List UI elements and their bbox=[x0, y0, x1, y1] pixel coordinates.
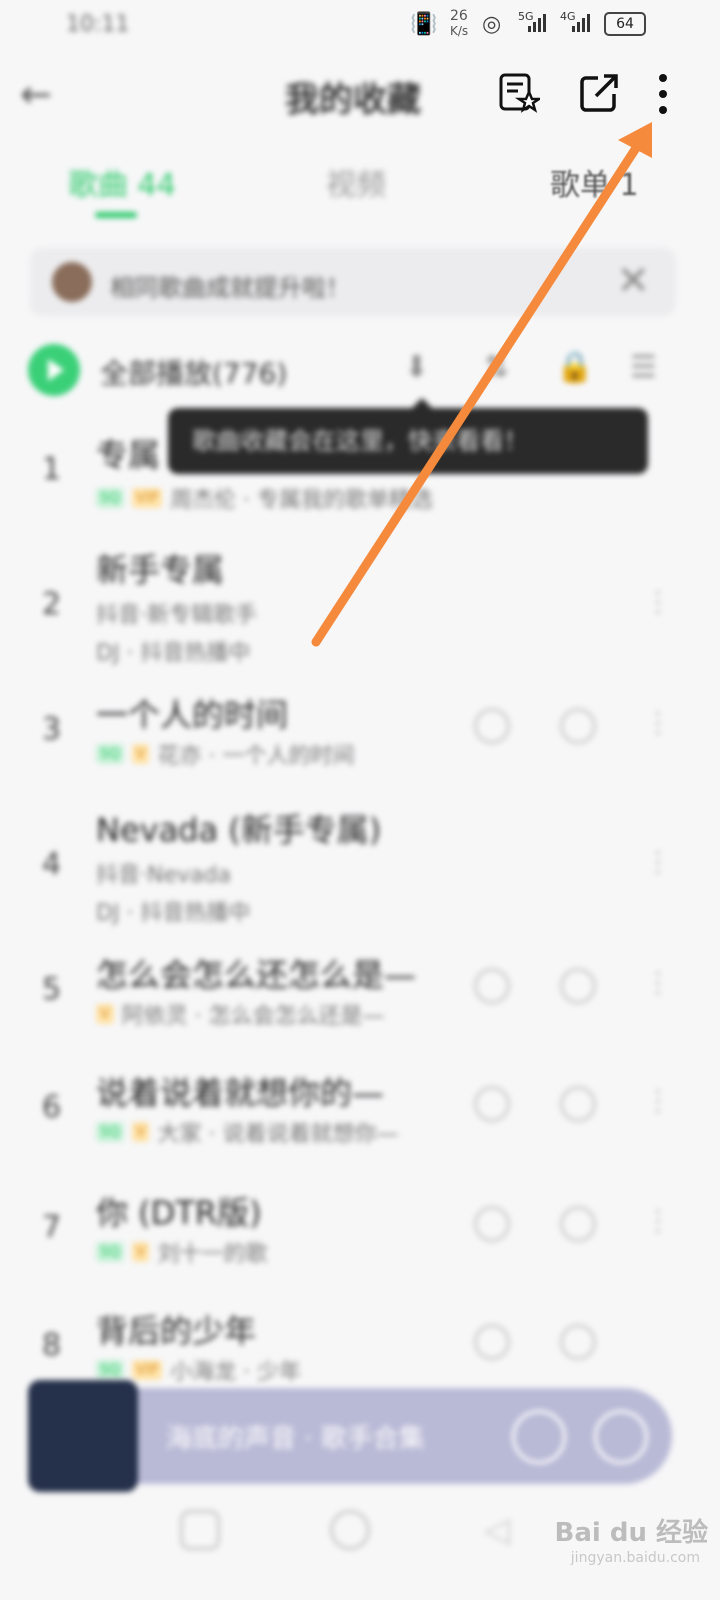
hotspot-icon: ◎ bbox=[482, 12, 502, 37]
avatar bbox=[52, 262, 92, 302]
mini-player[interactable]: 海底的声音 · 歌手合集 bbox=[28, 1380, 672, 1492]
song-subtitle-2: DJ · 抖音热播中 bbox=[96, 901, 251, 926]
song-more-icon[interactable]: ⋮ bbox=[644, 966, 672, 999]
play-icon[interactable] bbox=[560, 1206, 596, 1242]
song-subtitle: 抖音·Nevada bbox=[96, 863, 231, 888]
tab-indicator bbox=[95, 212, 137, 218]
net-speed: 26 bbox=[450, 8, 468, 24]
watermark-url: jingyan.baidu.com bbox=[570, 1550, 700, 1566]
vip-tag: VIP bbox=[131, 488, 163, 508]
favorite-list-icon[interactable] bbox=[498, 72, 540, 114]
song-title: 新手专属 bbox=[96, 551, 225, 589]
signal-icon-1 bbox=[528, 12, 546, 32]
play-icon[interactable] bbox=[560, 1086, 596, 1122]
song-title: 专属 bbox=[96, 436, 161, 474]
nav-recent-apps[interactable] bbox=[180, 1510, 220, 1550]
mv-icon[interactable] bbox=[474, 1324, 510, 1360]
song-subtitle: 抖音·新专辑歌手 bbox=[96, 603, 257, 628]
song-subtitle: V 阿依灵 · 怎么会怎么还是— bbox=[96, 998, 385, 1030]
song-title: 你 (DTR版) bbox=[96, 1194, 262, 1232]
tab-playlists[interactable]: 歌单 1 bbox=[550, 160, 639, 204]
share-icon[interactable] bbox=[578, 72, 620, 114]
song-title: Nevada (新手专属) bbox=[96, 811, 382, 849]
sort-icon[interactable]: ⇅ bbox=[484, 350, 520, 386]
quality-tag: SQ bbox=[96, 488, 124, 508]
song-subtitle: SQ V 大家 · 说着说着就想你— bbox=[96, 1116, 398, 1148]
mv-icon[interactable] bbox=[474, 968, 510, 1004]
song-title: 一个人的时间 bbox=[96, 696, 289, 734]
nav-back[interactable]: ◁ bbox=[484, 1510, 524, 1550]
close-icon[interactable]: ✕ bbox=[616, 258, 650, 304]
battery-indicator: 64 bbox=[604, 12, 646, 36]
song-number: 1 bbox=[42, 452, 62, 487]
player-song-text: 海底的声音 · 歌手合集 bbox=[166, 1424, 425, 1454]
list-item[interactable]: 4 Nevada (新手专属) 抖音·Nevada DJ · 抖音热播中 ⋮ bbox=[0, 805, 720, 926]
song-more-icon[interactable]: ⋮ bbox=[644, 706, 672, 739]
song-more-icon[interactable]: ⋮ bbox=[644, 845, 672, 878]
list-item[interactable]: 7 你 (DTR版) SQ V 刘十一的歌 ⋮ bbox=[0, 1188, 720, 1278]
download-icon[interactable]: ⬇ bbox=[404, 350, 440, 386]
mv-icon[interactable] bbox=[474, 708, 510, 744]
song-subtitle: SQ V 刘十一的歌 bbox=[96, 1236, 268, 1268]
more-options-icon[interactable] bbox=[648, 72, 678, 116]
vibrate-icon: 📳 bbox=[410, 12, 438, 37]
song-more-icon[interactable]: ⋮ bbox=[644, 585, 672, 618]
album-cover[interactable] bbox=[28, 1380, 138, 1492]
signal-icon-2 bbox=[572, 12, 590, 32]
tab-videos[interactable]: 视频 bbox=[326, 160, 386, 204]
song-number: 8 bbox=[42, 1328, 62, 1363]
status-time: 10:11 bbox=[66, 12, 130, 37]
song-title: 怎么会怎么还怎么是— bbox=[96, 956, 417, 994]
page-title: 我的收藏 bbox=[285, 80, 421, 120]
tooltip: 歌曲收藏会在这里，快来看看！ bbox=[168, 398, 648, 474]
song-number: 3 bbox=[42, 712, 62, 747]
lock-icon[interactable]: 🔒 bbox=[556, 350, 593, 386]
mv-icon[interactable] bbox=[474, 1206, 510, 1242]
watermark-logo: Bai du 经验 bbox=[554, 1518, 709, 1548]
play-icon[interactable] bbox=[560, 708, 596, 744]
song-subtitle-2: DJ · 抖音热播中 bbox=[96, 641, 251, 666]
tab-songs[interactable]: 歌曲 44 bbox=[68, 160, 176, 204]
multi-select-icon[interactable]: ☰ bbox=[630, 350, 666, 386]
list-item[interactable]: 6 说着说着就想你的— SQ V 大家 · 说着说着就想你— ⋮ bbox=[0, 1068, 720, 1158]
list-item[interactable]: 3 一个人的时间 SQ V 花亦 · 一个人的时间 ⋮ bbox=[0, 690, 720, 780]
song-number: 7 bbox=[42, 1210, 62, 1245]
play-all-button[interactable] bbox=[28, 344, 80, 396]
notice-banner[interactable]: 相同歌曲成就提升啦！ ✕ bbox=[30, 248, 676, 316]
playlist-button[interactable] bbox=[594, 1410, 648, 1464]
song-more-icon[interactable]: ⋮ bbox=[644, 1204, 672, 1237]
song-title: 背后的少年 bbox=[96, 1312, 257, 1350]
song-subtitle: SQ VIP 周杰伦 · 专属我的歌单精选 bbox=[96, 482, 433, 514]
back-icon[interactable]: ← bbox=[20, 72, 52, 116]
play-all-label[interactable]: 全部播放(776) bbox=[100, 352, 287, 392]
list-item[interactable]: 2 新手专属 抖音·新专辑歌手 DJ · 抖音热播中 ⋮ bbox=[0, 545, 720, 666]
song-subtitle: SQ V 花亦 · 一个人的时间 bbox=[96, 738, 354, 770]
banner-text: 相同歌曲成就提升啦！ bbox=[110, 274, 350, 302]
play-icon[interactable] bbox=[560, 1324, 596, 1360]
play-pause-button[interactable] bbox=[512, 1410, 566, 1464]
mv-icon[interactable] bbox=[474, 1086, 510, 1122]
list-item[interactable]: 5 怎么会怎么还怎么是— V 阿依灵 · 怎么会怎么还是— ⋮ bbox=[0, 950, 720, 1040]
song-number: 2 bbox=[42, 587, 62, 622]
song-number: 6 bbox=[42, 1090, 62, 1125]
song-number: 5 bbox=[42, 972, 62, 1007]
song-more-icon[interactable]: ⋮ bbox=[644, 1084, 672, 1117]
list-item[interactable]: 8 背后的少年 SQ VIP 小海龙 · 少年 bbox=[0, 1306, 720, 1386]
nav-home[interactable] bbox=[330, 1510, 370, 1550]
play-icon[interactable] bbox=[560, 968, 596, 1004]
song-number: 4 bbox=[42, 847, 62, 882]
net-unit: K/s bbox=[450, 24, 469, 38]
song-title: 说着说着就想你的— bbox=[96, 1074, 385, 1112]
